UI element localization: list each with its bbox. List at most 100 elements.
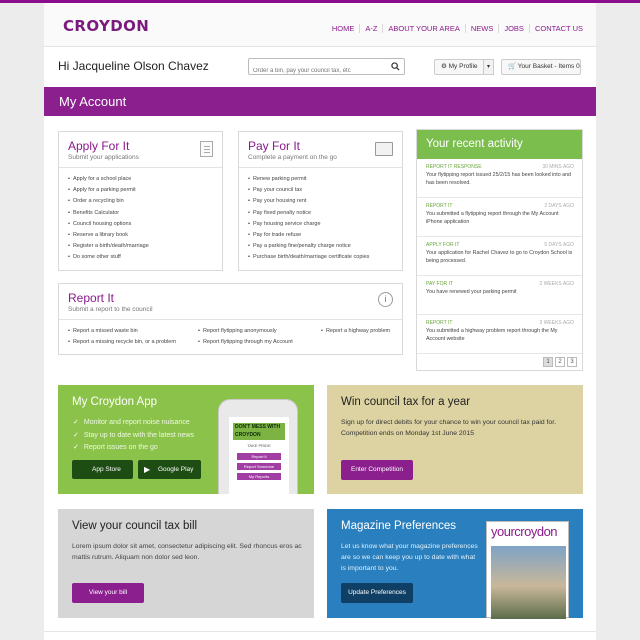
activity-date: 2 WEEKS AGO (539, 281, 574, 287)
activity-pagination: 1 2 3 (543, 357, 577, 367)
list-item[interactable]: Pay your housing rent (248, 198, 369, 209)
feature-item: Report issues on the go (73, 443, 158, 451)
list-item[interactable]: Apply for a parking permit (68, 187, 149, 198)
list-item[interactable]: Report flytipping through my Account (198, 339, 293, 350)
list-item[interactable]: Pay a parking fine/penalty charge notice (248, 243, 369, 254)
gear-icon: ⚙ (441, 63, 449, 70)
magazine-photo (491, 546, 566, 619)
page-1[interactable]: 1 (543, 357, 553, 367)
list-item[interactable]: Register a birth/death/marriage (68, 243, 149, 254)
list-item[interactable]: Report a highway problem (321, 328, 390, 339)
page-3[interactable]: 3 (567, 357, 577, 367)
council-tax-bill-promo: View your council tax bill Lorem ipsum d… (58, 509, 314, 618)
activity-date: 30 MINS AGO (542, 164, 574, 170)
basket-button[interactable]: 🛒 Your Basket - Items 0 (501, 59, 581, 75)
report-list-col2: Report flytipping anonymously Report fly… (198, 328, 293, 350)
divider (239, 167, 402, 168)
pay-title[interactable]: Pay For It (248, 139, 300, 153)
chevron-down-icon: ▾ (486, 64, 490, 70)
report-title[interactable]: Report It (68, 291, 114, 305)
nav-a-z[interactable]: A-Z (359, 24, 382, 33)
list-item[interactable]: Report a missing recycle bin, or a probl… (68, 339, 176, 350)
nav-contact-us[interactable]: CONTACT US (528, 24, 588, 33)
site-header: CROYDON HOME A-Z ABOUT YOUR AREA NEWS JO… (44, 3, 596, 47)
activity-item[interactable]: REPORT IT 3 WEEKS AGO You submitted a hi… (417, 315, 582, 354)
account-title-bar: My Account (44, 87, 596, 116)
activity-item[interactable]: APPLY FOR IT 5 DAYS AGO Your application… (417, 237, 582, 276)
list-item[interactable]: Apply for a school place (68, 176, 149, 187)
magazine-preferences-promo: Magazine Preferences Let us know what yo… (327, 509, 583, 619)
list-item[interactable]: Pay for trade refuse (248, 232, 369, 243)
list-item[interactable]: Pay fixed penalty notice (248, 210, 369, 221)
list-item[interactable]: Pay your council tax (248, 187, 369, 198)
tax-promo-title: Win council tax for a year (341, 396, 471, 408)
enter-competition-button[interactable]: Enter Competition (341, 460, 413, 480)
report-card: Report It Submit a report to the council… (58, 283, 403, 355)
list-item[interactable]: Do some other stuff (68, 254, 149, 265)
play-icon: ▶ (144, 465, 151, 474)
page-title: My Account (59, 94, 127, 109)
phone-button: My Reports (237, 473, 281, 480)
footer-divider (44, 631, 596, 632)
recent-activity-panel: Your recent activity REPORT IT RESPONSE … (416, 129, 583, 371)
view-bill-button[interactable]: View your bill (72, 583, 144, 603)
divider (59, 319, 402, 320)
list-item[interactable]: Renew parking permit (248, 176, 369, 187)
basket-label: Your Basket - Items 0 (517, 63, 580, 70)
list-item[interactable]: Report a missed waste bin (68, 328, 176, 339)
tax-promo-text: Sign up for direct debits for your chanc… (341, 419, 556, 437)
council-tax-promo: Win council tax for a year Sign up for d… (327, 385, 583, 494)
list-item[interactable]: Report flytipping anonymously (198, 328, 293, 339)
activity-text: You submitted a flytipping report throug… (426, 211, 559, 225)
search-icon[interactable] (391, 62, 400, 71)
my-profile-label: My Profile (448, 63, 478, 70)
report-list-col3: Report a highway problem (321, 328, 390, 339)
list-item[interactable]: Benefits Calculator (68, 210, 149, 221)
document-icon (200, 141, 213, 157)
list-item[interactable]: Reserve a library book (68, 232, 149, 243)
page-2[interactable]: 2 (555, 357, 565, 367)
nav-about-your-area[interactable]: ABOUT YOUR AREA (382, 24, 464, 33)
activity-item[interactable]: PAY FOR IT 2 WEEKS AGO You have renewed … (417, 276, 582, 315)
google-play-label: Google Play (158, 466, 194, 473)
activity-text: Your application for Rachel Chavez to go… (426, 250, 573, 264)
nav-news[interactable]: NEWS (464, 24, 499, 33)
activity-text: You submitted a highway problem report t… (426, 328, 558, 342)
cash-register-icon (375, 142, 393, 156)
search-input[interactable] (249, 63, 385, 79)
apply-subtitle: Submit your applications (68, 154, 139, 161)
bill-promo-text: Lorem ipsum dolor sit amet, consectetur … (72, 543, 302, 561)
info-icon: i (378, 292, 393, 307)
activity-text: You have renewed your parking permit (426, 289, 517, 295)
mag-promo-text: Let us know what your magazine preferenc… (341, 543, 478, 572)
activity-date: 2 DAYS AGO (544, 203, 574, 209)
list-item[interactable]: Order a recycling bin (68, 198, 149, 209)
list-item[interactable]: Purchase birth/death/marriage certificat… (248, 254, 369, 265)
pay-subtitle: Complete a payment on the go (248, 154, 337, 161)
mag-promo-title: Magazine Preferences (341, 520, 457, 532)
apply-card: Apply For It Submit your applications Ap… (58, 131, 223, 271)
update-preferences-button[interactable]: Update Preferences (341, 583, 413, 603)
activity-item[interactable]: REPORT IT RESPONSE 30 MINS AGO Your flyt… (417, 159, 582, 198)
app-store-button[interactable]: App Store (72, 460, 133, 479)
greeting: Hi Jacqueline Olson Chavez (58, 59, 209, 73)
activity-date: 5 DAYS AGO (544, 242, 574, 248)
google-play-button[interactable]: ▶ Google Play (138, 460, 201, 479)
report-list-col1: Report a missed waste bin Report a missi… (68, 328, 176, 350)
feature-item: Stay up to date with the latest news (73, 431, 194, 439)
croydon-logo[interactable]: CROYDON (63, 17, 149, 35)
activity-text: Your flytipping report issued 25/2/15 ha… (426, 172, 571, 186)
profile-dropdown-toggle[interactable]: ▾ (483, 59, 494, 75)
nav-jobs[interactable]: JOBS (498, 24, 529, 33)
list-item[interactable]: Council housing options (68, 221, 149, 232)
apply-title[interactable]: Apply For It (68, 139, 129, 153)
activity-item[interactable]: REPORT IT 2 DAYS AGO You submitted a fly… (417, 198, 582, 237)
activity-date: 3 WEEKS AGO (539, 320, 574, 326)
cart-icon: 🛒 (508, 63, 518, 70)
app-promo: My Croydon App Monitor and report noise … (58, 385, 314, 495)
page-container: CROYDON HOME A-Z ABOUT YOUR AREA NEWS JO… (44, 3, 596, 640)
magazine-title: yourcroydon (491, 524, 558, 539)
magazine-cover-image: yourcroydon (486, 521, 569, 619)
list-item[interactable]: Pay housing service charge (248, 221, 369, 232)
nav-home[interactable]: HOME (327, 24, 360, 33)
